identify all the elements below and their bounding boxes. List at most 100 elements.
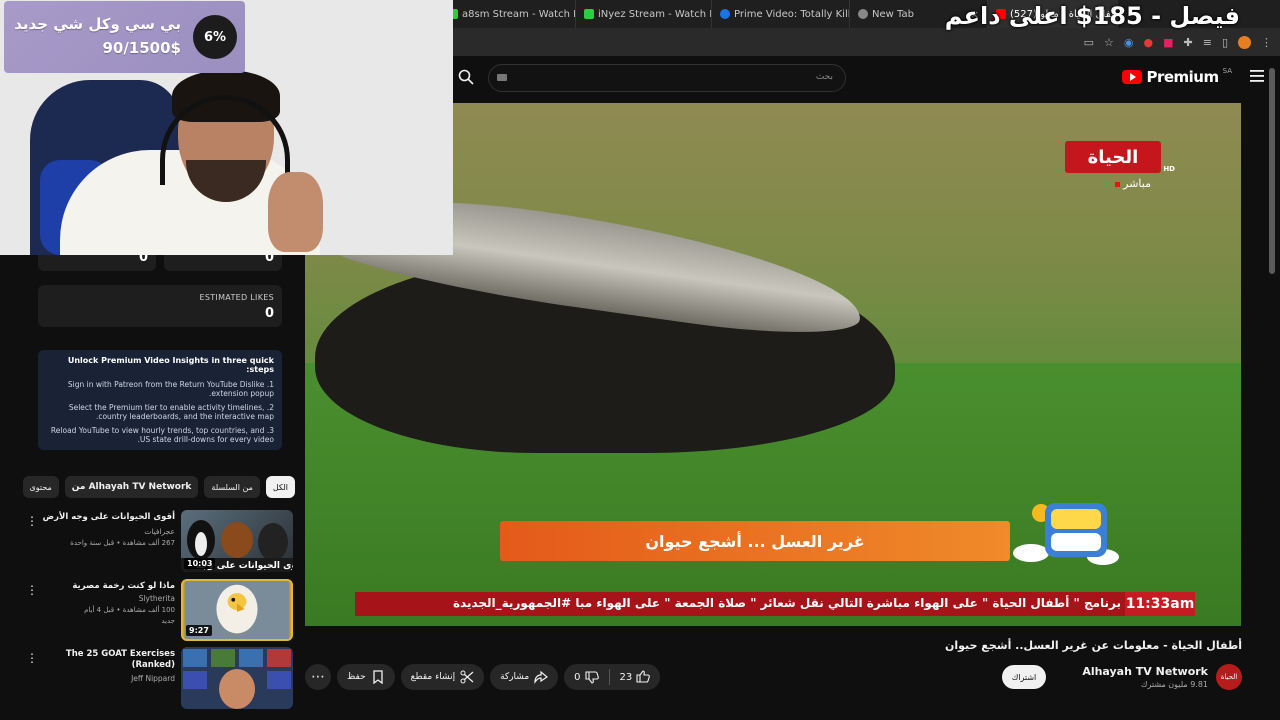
lower-third-caption: غرير العسل ... أشجع حيوان xyxy=(500,521,1010,561)
extension-icon[interactable]: ◉ xyxy=(1124,36,1134,49)
goal-title: بي سي وكل شي جديد xyxy=(14,15,181,33)
hd-badge: HD xyxy=(1163,165,1175,173)
more-horizontal-icon: ⋯ xyxy=(311,669,325,685)
tab-label: a8sm Stream - Watch Live xyxy=(462,8,575,20)
panel-icon[interactable]: ▯ xyxy=(1222,36,1228,49)
premium-step: 1. Sign in with Patreon from the Return … xyxy=(67,380,274,398)
list-item[interactable]: اقوى الحيوانات على وجه 10:03 أقوى الحيوا… xyxy=(20,510,295,574)
scissors-icon xyxy=(460,670,474,684)
goal-percent: 6% xyxy=(193,15,237,59)
dislike-count: 0 xyxy=(574,671,581,683)
like-count: 23 xyxy=(619,671,633,683)
youtube-premium-logo[interactable]: Premium SA xyxy=(1122,67,1232,86)
ticker-time: 11:33am xyxy=(1125,592,1195,616)
stream-top-donor-text: فيصل - 185$ اعلى داعم xyxy=(944,2,1240,30)
video-thumbnail[interactable] xyxy=(181,647,293,709)
thumbs-up-icon xyxy=(636,670,651,683)
thumbnail-image xyxy=(183,649,291,709)
more-vertical-icon[interactable]: ⋮ xyxy=(26,514,38,528)
keyboard-icon[interactable] xyxy=(497,74,507,81)
extension-icon[interactable]: ■ xyxy=(1163,36,1173,49)
extension-icon[interactable]: ● xyxy=(1143,36,1153,49)
hamburger-menu-icon[interactable] xyxy=(1250,70,1264,82)
tv-channel-logo: الحياة xyxy=(1065,141,1161,173)
recommendation-title[interactable]: The 25 GOAT Exercises (Ranked) xyxy=(35,649,175,671)
clip-label: إنشاء مقطع xyxy=(410,672,456,682)
premium-step: 2. Select the Premium tier to enable act… xyxy=(68,403,274,421)
share-icon xyxy=(534,670,549,684)
chip-channel[interactable]: من Alhayah TV Network xyxy=(64,476,199,498)
dislike-button[interactable]: 0 xyxy=(564,670,608,684)
webcam-person-hand xyxy=(268,172,323,252)
estimated-likes-box: ESTIMATED LIKES 0 xyxy=(38,285,282,327)
recommendation-meta: 100 ألف مشاهدة • قبل 4 أيام xyxy=(84,606,175,614)
bookmark-star-icon[interactable]: ☆ xyxy=(1104,36,1114,49)
more-vertical-icon[interactable]: ⋮ xyxy=(26,651,38,665)
channel-avatar[interactable]: الحياة xyxy=(1216,664,1242,690)
more-vertical-icon[interactable]: ⋮ xyxy=(26,583,38,597)
channel-row: الحياة Alhayah TV Network 9.81 مليون مشت… xyxy=(1002,662,1242,692)
search-input[interactable]: بحث xyxy=(488,64,846,92)
recommendation-channel[interactable]: عجرافيات xyxy=(144,527,175,536)
list-item[interactable]: The 25 GOAT Exercises (Ranked) Jeff Nipp… xyxy=(20,647,295,711)
page-scrollbar[interactable] xyxy=(1269,68,1275,274)
list-item[interactable]: 9:27 ماذا لو كنت رخمة مصرية Slytherita 1… xyxy=(20,579,295,643)
chip-related[interactable]: محتوى xyxy=(22,476,59,498)
search-placeholder: بحث xyxy=(815,72,833,82)
puzzle-icon[interactable]: ✚ xyxy=(1184,36,1193,49)
new-badge: جديد xyxy=(161,617,175,625)
like-dislike-group: 0 23 xyxy=(564,664,661,690)
share-button[interactable]: مشاركة xyxy=(490,664,559,690)
chip-all[interactable]: الكل xyxy=(265,476,295,498)
sidebar: 0 0 ESTIMATED LIKES 0 Unlock Premium Vid… xyxy=(0,249,300,720)
cast-icon[interactable]: ▭ xyxy=(1084,36,1094,49)
channel-name[interactable]: Alhayah TV Network xyxy=(1082,665,1208,678)
ticker-text: برنامج " أطفال الحياة " على الهواء مباشر… xyxy=(452,596,1121,610)
thumbs-down-icon xyxy=(584,671,599,684)
recommendation-title[interactable]: أقوى الحيوانات على وجه الأرض xyxy=(35,512,175,523)
premium-step: 3. Reload YouTube to view hourly trends,… xyxy=(50,426,274,444)
media-icon[interactable]: ≡ xyxy=(1203,36,1212,49)
youtube-header: بحث Premium SA xyxy=(440,56,1280,100)
recommendation-channel[interactable]: Slytherita xyxy=(139,594,175,603)
tab-prime-video[interactable]: Prime Video: Totally Killer × xyxy=(712,0,850,28)
clip-button[interactable]: إنشاء مقطع xyxy=(400,664,485,690)
recommendation-title[interactable]: ماذا لو كنت رخمة مصرية xyxy=(35,581,175,592)
live-label: مباشر xyxy=(1115,177,1151,190)
tab-label: iNyez Stream - Watch Live xyxy=(598,8,711,20)
screen: a8sm Stream - Watch Live × iNyez Stream … xyxy=(0,0,1280,720)
tab-a8sm[interactable]: a8sm Stream - Watch Live × xyxy=(440,0,576,28)
premium-card-title: Unlock Premium Video Insights in three q… xyxy=(67,356,274,374)
stream-favicon-icon xyxy=(584,9,594,19)
recommendation-channel[interactable]: Jeff Nippard xyxy=(131,674,175,683)
search-icon[interactable] xyxy=(458,69,474,85)
duration-badge: 10:03 xyxy=(184,558,216,569)
donation-goal-widget: بي سي وكل شي جديد 90/1500$ 6% xyxy=(4,1,245,73)
bookmark-icon xyxy=(373,670,383,684)
more-actions-button[interactable]: ⋯ xyxy=(305,664,331,690)
subscribe-button[interactable]: اشتراك xyxy=(1002,665,1046,689)
goal-amount: 90/1500$ xyxy=(102,39,181,57)
video-actions: ⋯ حفظ إنشاء مقطع مشاركة 0 23 xyxy=(305,664,661,690)
chip-series[interactable]: من السلسلة xyxy=(204,476,260,498)
like-button[interactable]: 23 xyxy=(610,670,661,684)
save-label: حفظ xyxy=(347,672,366,682)
youtube-play-icon xyxy=(1122,70,1143,84)
estimated-likes-label: ESTIMATED LIKES xyxy=(199,293,274,302)
premium-insights-card: Unlock Premium Video Insights in three q… xyxy=(38,350,282,450)
save-button[interactable]: حفظ xyxy=(337,664,395,690)
kebab-menu-icon[interactable]: ⋮ xyxy=(1261,36,1272,49)
share-label: مشاركة xyxy=(500,672,530,682)
chrome-icon xyxy=(858,9,868,19)
video-thumbnail[interactable]: اقوى الحيوانات على وجه 10:03 xyxy=(181,510,293,572)
tab-inyez[interactable]: iNyez Stream - Watch Live × xyxy=(576,0,712,28)
premium-label: Premium xyxy=(1146,68,1219,86)
video-thumbnail[interactable]: 9:27 xyxy=(181,579,293,641)
profile-avatar[interactable] xyxy=(1238,35,1251,49)
prime-video-icon xyxy=(720,9,730,19)
news-ticker: برنامج " أطفال الحياة " على الهواء مباشر… xyxy=(355,592,1195,616)
duration-badge: 9:27 xyxy=(186,625,212,636)
estimated-likes-value: 0 xyxy=(264,306,274,321)
subscriber-count: 9.81 مليون مشترك xyxy=(1140,680,1208,689)
kids-program-logo xyxy=(1013,503,1119,565)
